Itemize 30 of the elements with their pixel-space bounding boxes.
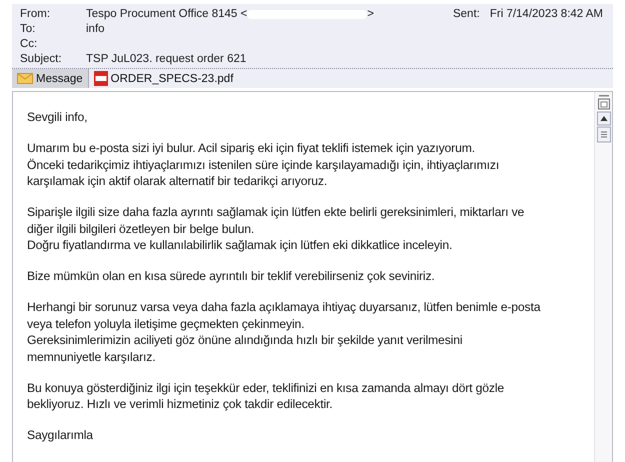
body-text-line: Doğru fiyatlandırma ve kullanılabilirlik sağlamak için lütfen eki dikkatlice inceleyin.	[27, 237, 452, 254]
field-value: >	[367, 8, 374, 20]
body-text-line: bekliyoruz. Hızlı ve verimli hizmetiniz çok takdir edilecektir.	[27, 396, 332, 414]
body-text-line: diğer ilgili bilgileri özetleyen bir belge bulun.	[27, 220, 254, 238]
body-text-line: Herhangi bir sorunuz varsa veya daha fazla açıklamaya ihtiyaç duyarsanız, lütfen benimle e-posta	[27, 298, 540, 316]
field-value: Tespo Procument Office 8145 <	[86, 8, 248, 20]
body-text-line: Gereksinimlerimizin aciliyeti göz önüne alındığında hızlı bir şekilde yanıt verilmesini	[27, 332, 462, 349]
message-tab[interactable]: Message	[12, 69, 89, 88]
body-text-line: Saygılarımla	[27, 427, 93, 444]
body-text-line: Bu konuya gösterdiğiniz ilgi için teşekkür eder, teklifinizi en kısa zamanda almayı dört gözle	[27, 380, 504, 396]
body-text-line: Umarım bu e-posta sizi iyi bulur. Acil sipariş eki için fiyat teklifi istemek için yazıyorum.	[27, 140, 475, 157]
envelope-icon	[17, 73, 33, 84]
field-value: Fri 7/14/2023 8:42 AM	[490, 8, 603, 20]
body-text-line: Bize mümkün olan en kısa sürede ayrıntılı bir teklif verebilirseniz çok seviniriz.	[27, 268, 435, 285]
body-text-line: Önceki tedarikçimiz ihtiyaçlarımızı istenilen süre içinde karşılayamadığı için, ihtiyaçlarımızı	[27, 156, 500, 174]
body-text-line: karşılamak için aktif olarak alternatif bir tedarikçi arıyoruz.	[27, 173, 328, 190]
field-value: TSP JuL023. request order 621	[86, 52, 246, 65]
pdf-file-icon	[94, 71, 108, 86]
body-text-line: Sevgili info,	[27, 109, 88, 126]
scroll-bar-drawing[interactable]	[596, 95, 610, 144]
body-text-line: veya telefon yoluyla iletişime geçmekten çekinmeyin.	[27, 316, 304, 332]
field-label: Cc:	[20, 38, 38, 50]
body-text-line: Siparişle ilgili size daha fazla ayrıntı sağlamak için lütfen ekte belirli gereksinimleri, miktarları ve	[27, 204, 524, 221]
field-value: info	[86, 23, 105, 36]
field-label: Sent:	[452, 8, 480, 20]
attachment-tab[interactable]: ORDER_SPECS-23.pdf	[88, 69, 238, 88]
field-label: To:	[20, 23, 36, 36]
field-label: From:	[20, 8, 52, 20]
body-text-line: memnuniyetle karşılarız.	[27, 348, 156, 366]
field-label: Subject:	[20, 52, 63, 65]
